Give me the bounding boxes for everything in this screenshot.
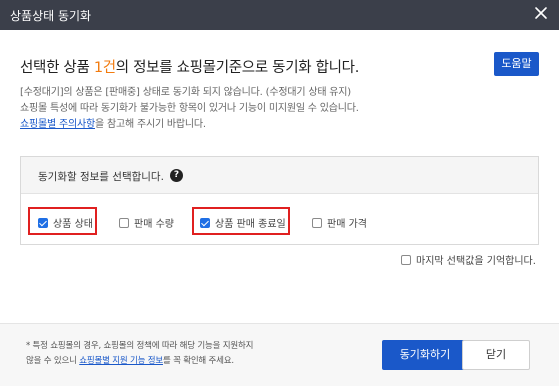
supported-features-link[interactable]: 쇼핑몰별 지원 기능 정보 <box>79 356 163 366</box>
option-product-status-label: 상품 상태 <box>53 219 93 230</box>
sync-headline: 선택한 상품 1건의 정보를 쇼핑몰기준으로 동기화 합니다. <box>20 56 359 77</box>
note-line-2: 쇼핑몰 특성에 따라 동기화가 불가능한 항목이 있거나 기능이 미지원일 수 … <box>20 103 359 114</box>
help-button[interactable]: 도움말 <box>494 52 539 76</box>
option-sales-end-date-label: 상품 판매 종료일 <box>215 219 286 230</box>
footer-note-line-2-suffix: 를 꼭 확인해 주세요. <box>162 356 234 366</box>
notes: [수정대기]의 상품은 [판매중] 상태로 동기화 되지 않습니다. (수정대기… <box>20 85 359 133</box>
option-sales-price-label: 판매 가격 <box>327 219 367 230</box>
note-line-3: 쇼핑몰별 주의사항을 참고해 주시기 바랍니다. <box>20 117 359 133</box>
checkbox-sales-end-date[interactable] <box>200 217 210 228</box>
note-line-3-suffix: 을 참고해 주시기 바랍니다. <box>94 119 206 130</box>
headline-suffix: 의 정보를 쇼핑몰기준으로 동기화 합니다. <box>115 60 360 76</box>
checkbox-product-status[interactable] <box>38 217 48 228</box>
close-button[interactable]: 닫기 <box>462 340 530 370</box>
checkbox-remember-selection[interactable] <box>401 254 411 265</box>
shopping-mall-caution-link[interactable]: 쇼핑몰별 주의사항 <box>20 119 95 130</box>
remember-selection[interactable]: 마지막 선택값을 기억합니다. <box>401 252 536 267</box>
footer-note-line-2: 않을 수 있으니 쇼핑몰별 지원 기능 정보를 꼭 확인해 주세요. <box>26 354 253 369</box>
footer-note-line-1: * 특정 쇼핑몰의 경우, 쇼핑몰의 정책에 따라 해당 기능을 지원하지 <box>26 341 254 351</box>
checkbox-sales-price[interactable] <box>312 217 322 228</box>
option-product-status[interactable]: 상품 상태 <box>38 215 93 230</box>
dialog-titlebar: 상품상태 동기화 <box>0 0 559 30</box>
footer-note-line-2-prefix: 않을 수 있으니 <box>26 356 80 366</box>
sync-button[interactable]: 동기화하기 <box>382 340 468 370</box>
headline-prefix: 선택한 상품 <box>20 60 94 76</box>
close-icon[interactable] <box>533 5 549 21</box>
section-header-label: 동기화할 정보를 선택합니다. <box>38 171 164 183</box>
option-sales-quantity[interactable]: 판매 수량 <box>119 215 174 230</box>
selected-count: 1건 <box>93 60 116 76</box>
checkbox-sales-quantity[interactable] <box>119 217 129 228</box>
section-header: 동기화할 정보를 선택합니다. ? <box>21 157 538 194</box>
dialog-title: 상품상태 동기화 <box>10 9 92 23</box>
question-circle-icon[interactable]: ? <box>170 169 183 182</box>
note-line-1: [수정대기]의 상품은 [판매중] 상태로 동기화 되지 않습니다. (수정대기… <box>20 87 351 98</box>
option-sales-end-date[interactable]: 상품 판매 종료일 <box>200 215 286 230</box>
option-sales-price[interactable]: 판매 가격 <box>312 215 367 230</box>
remember-selection-label: 마지막 선택값을 기억합니다. <box>416 256 536 267</box>
footer-note: * 특정 쇼핑몰의 경우, 쇼핑몰의 정책에 따라 해당 기능을 지원하지 않을… <box>26 339 253 369</box>
dialog-footer: * 특정 쇼핑몰의 경우, 쇼핑몰의 정책에 따라 해당 기능을 지원하지 않을… <box>0 323 559 386</box>
option-sales-quantity-label: 판매 수량 <box>134 219 174 230</box>
